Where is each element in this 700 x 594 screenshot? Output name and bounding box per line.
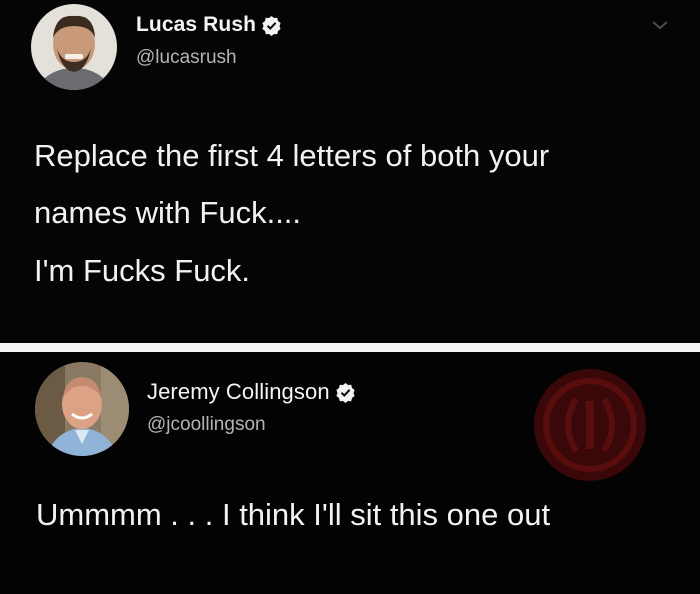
tweet-1-line-3: I'm Fucks Fuck. <box>34 253 251 288</box>
author-handle[interactable]: @lucasrush <box>136 47 237 69</box>
avatar-lucas-rush[interactable] <box>31 4 117 90</box>
chevron-down-icon[interactable] <box>650 18 670 32</box>
tweet-1-body: Replace the first 4 letters of both your… <box>34 127 674 241</box>
watermark-logo-icon <box>532 367 648 483</box>
verified-badge-icon <box>261 15 282 36</box>
avatar-jeremy-collingson[interactable] <box>35 362 129 456</box>
author-name[interactable]: Lucas Rush <box>136 13 256 37</box>
author-name[interactable]: Jeremy Collingson <box>147 379 330 405</box>
divider <box>0 343 700 352</box>
tweet-2-author-row: Jeremy Collingson <box>147 379 356 405</box>
tweet-1-line-1: Replace the first 4 letters of both your <box>34 138 550 173</box>
tweet-1-line-2: names with Fuck.... <box>34 195 302 230</box>
tweet-1-author-row: Lucas Rush <box>136 13 282 37</box>
author-handle[interactable]: @jcoollingson <box>147 414 266 436</box>
verified-badge-icon <box>335 382 356 403</box>
tweet-2-body: Ummmm . . . I think I'll sit this one ou… <box>36 497 551 532</box>
